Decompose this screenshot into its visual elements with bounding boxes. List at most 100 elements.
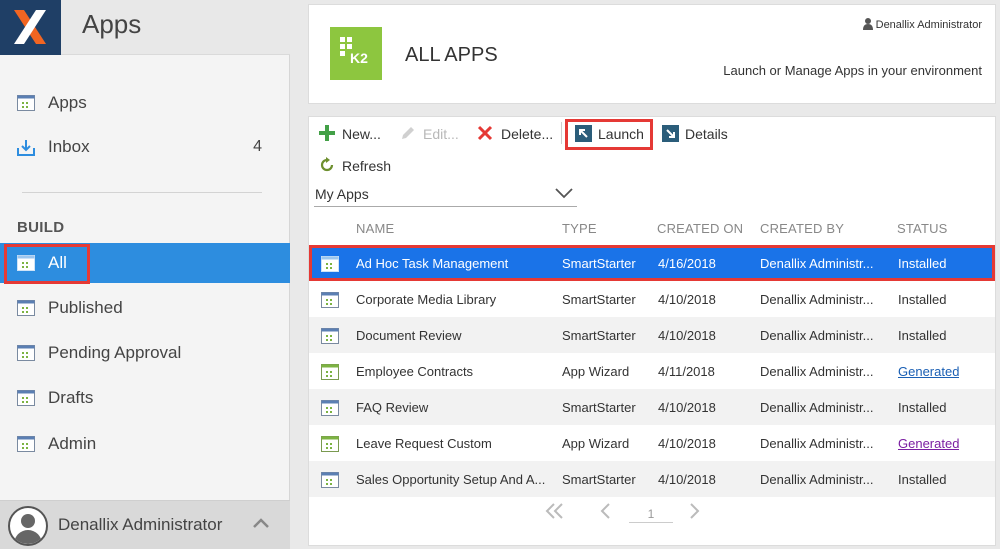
pagination: 1: [309, 497, 995, 527]
app-icon: [321, 292, 339, 308]
app-icon: [321, 328, 339, 344]
table-row[interactable]: FAQ Review SmartStarter 4/10/2018 Denall…: [309, 389, 995, 425]
delete-button[interactable]: Delete...: [477, 121, 553, 147]
details-icon: [662, 125, 679, 142]
app-icon: [17, 345, 35, 361]
column-header-status[interactable]: STATUS: [897, 221, 948, 236]
cell-name: Leave Request Custom: [356, 436, 492, 451]
sidebar-item-label: Pending Approval: [48, 343, 182, 362]
edit-button[interactable]: Edit...: [400, 121, 465, 147]
table-row[interactable]: Corporate Media Library SmartStarter 4/1…: [309, 281, 995, 317]
cell-created-by: Denallix Administr...: [760, 364, 874, 379]
sidebar-item-admin[interactable]: Admin: [0, 424, 290, 464]
wizard-app-icon: [321, 364, 339, 380]
cell-created-by: Denallix Administr...: [760, 328, 874, 343]
app-icon: [321, 256, 339, 272]
cell-type: App Wizard: [562, 364, 630, 379]
cell-status: Installed: [898, 472, 947, 487]
column-header-name[interactable]: NAME: [356, 221, 394, 236]
cell-created-on: 4/10/2018: [658, 292, 716, 307]
sidebar-item-label: Drafts: [48, 388, 94, 407]
app-icon: [17, 95, 35, 111]
cell-created-by: Denallix Administr...: [760, 292, 874, 307]
x-logo-icon: [14, 10, 46, 44]
column-header-type[interactable]: TYPE: [562, 221, 597, 236]
new-button[interactable]: New...: [319, 121, 389, 147]
table-row[interactable]: Ad Hoc Task Management SmartStarter 4/16…: [309, 245, 995, 281]
page-header: K2 ALL APPS Denallix Administrator Launc…: [308, 4, 996, 104]
sidebar-header: Apps: [0, 0, 290, 55]
user-name: Denallix Administrator: [58, 515, 223, 534]
cell-name: Employee Contracts: [356, 364, 474, 379]
user-menu[interactable]: Denallix Administrator: [0, 500, 290, 549]
cell-name: Ad Hoc Task Management: [356, 256, 509, 271]
cell-type: SmartStarter: [562, 472, 636, 487]
apps-filter-dropdown[interactable]: My Apps: [314, 181, 577, 207]
cell-type: App Wizard: [562, 436, 630, 451]
cell-created-on: 4/10/2018: [658, 436, 716, 451]
column-header-created-on[interactable]: CREATED ON: [657, 221, 743, 236]
sidebar-item-inbox[interactable]: Inbox 4: [0, 127, 290, 167]
delete-x-icon: [477, 125, 493, 141]
wizard-app-icon: [321, 436, 339, 452]
column-header-created-by[interactable]: CREATED BY: [760, 221, 844, 236]
cell-created-by: Denallix Administr...: [760, 256, 874, 271]
table-row[interactable]: Sales Opportunity Setup And A... SmartSt…: [309, 461, 995, 497]
header-user-name: Denallix Administrator: [875, 19, 982, 31]
user-icon: [862, 18, 873, 30]
page-subtitle: Launch or Manage Apps in your environmen…: [723, 63, 982, 78]
cell-name: Document Review: [356, 328, 462, 343]
sidebar-item-drafts[interactable]: Drafts: [0, 378, 290, 418]
table-row[interactable]: Employee Contracts App Wizard 4/11/2018 …: [309, 353, 995, 389]
toolbar-divider: [561, 122, 562, 144]
refresh-button[interactable]: Refresh: [319, 153, 399, 179]
sidebar-item-label: Admin: [48, 434, 97, 453]
k2-logo: K2: [330, 27, 382, 80]
cell-created-on: 4/10/2018: [658, 472, 716, 487]
avatar: [8, 506, 48, 546]
app-logo[interactable]: [0, 0, 61, 55]
highlight-box: [4, 244, 90, 284]
plus-icon: [319, 125, 335, 141]
sidebar-item-apps[interactable]: Apps: [0, 83, 290, 123]
cell-name: FAQ Review: [356, 400, 429, 415]
cell-type: SmartStarter: [562, 292, 636, 307]
refresh-icon: [320, 157, 334, 172]
sidebar-item-published[interactable]: Published: [0, 288, 290, 328]
new-button-label: New...: [342, 126, 381, 142]
page-number-input[interactable]: 1: [629, 501, 673, 523]
cell-status-link[interactable]: Generated: [898, 364, 959, 379]
app-title: Apps: [82, 9, 142, 39]
cell-created-by: Denallix Administr...: [760, 472, 874, 487]
inbox-count-badge: 4: [253, 138, 262, 155]
cell-status-link[interactable]: Generated: [898, 436, 959, 451]
cell-created-on: 4/10/2018: [658, 400, 716, 415]
highlight-box: [565, 119, 653, 150]
delete-button-label: Delete...: [501, 126, 554, 142]
sidebar-item-label: Published: [48, 298, 123, 317]
details-button-label: Details: [685, 126, 728, 142]
sidebar: Apps Apps Inbox 4 BUILD All Published Pe…: [0, 0, 290, 549]
cell-created-on: 4/16/2018: [658, 256, 716, 271]
dropdown-value: My Apps: [315, 186, 369, 202]
cell-status: Installed: [898, 256, 947, 271]
table-row[interactable]: Leave Request Custom App Wizard 4/10/201…: [309, 425, 995, 461]
cell-type: SmartStarter: [562, 256, 636, 271]
sidebar-divider: [22, 192, 262, 193]
cell-created-by: Denallix Administr...: [760, 436, 874, 451]
inbox-icon: [17, 140, 35, 156]
sidebar-item-label: Apps: [48, 93, 87, 112]
chevron-up-icon[interactable]: [252, 517, 270, 529]
cell-created-on: 4/11/2018: [658, 364, 715, 379]
app-icon: [17, 300, 35, 316]
k2-logo-text: K2: [350, 50, 368, 66]
sidebar-item-pending-approval[interactable]: Pending Approval: [0, 333, 290, 373]
header-user[interactable]: Denallix Administrator: [862, 18, 982, 31]
next-page-icon[interactable]: [689, 503, 701, 519]
apps-panel: New... Edit... Delete... Launch Details: [308, 116, 996, 546]
previous-page-icon[interactable]: [599, 503, 611, 519]
table-row[interactable]: Document Review SmartStarter 4/10/2018 D…: [309, 317, 995, 353]
sidebar-item-all[interactable]: All: [0, 243, 290, 284]
details-button[interactable]: Details: [662, 121, 732, 147]
first-page-icon[interactable]: [545, 503, 565, 519]
